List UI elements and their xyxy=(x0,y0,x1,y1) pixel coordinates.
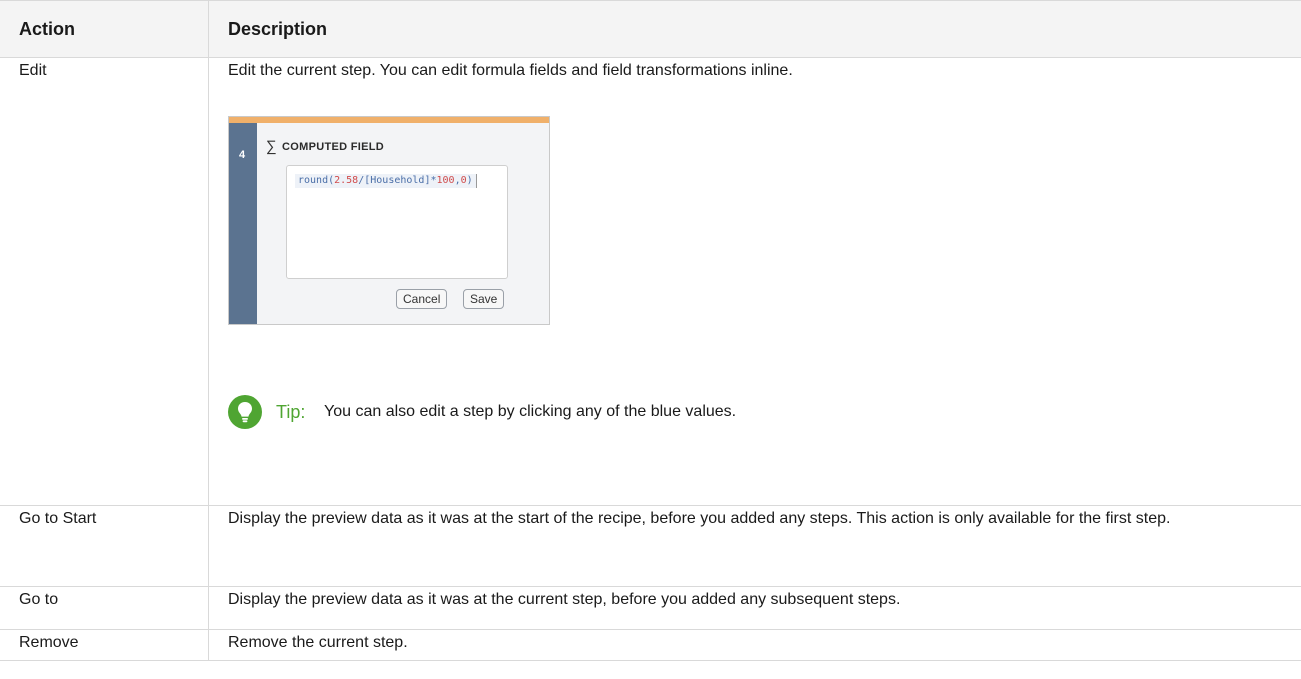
formula-part: round( xyxy=(298,175,335,186)
tip-label: Tip: xyxy=(276,402,306,422)
action-cell: Remove xyxy=(0,629,209,661)
formula-number: 100 xyxy=(436,175,455,186)
formula-number: 2.58 xyxy=(334,175,359,186)
table-header-row: Action Description xyxy=(0,0,1301,58)
step-number: 4 xyxy=(239,149,246,161)
table-row: Edit Edit the current step. You can edit… xyxy=(0,57,1301,506)
table-row: Go to Display the preview data as it was… xyxy=(0,586,1301,630)
step-accent-bar xyxy=(229,117,549,123)
table-row: Remove Remove the current step. xyxy=(0,629,1301,661)
cancel-button[interactable]: Cancel xyxy=(396,289,448,309)
sigma-icon: ∑ xyxy=(266,138,277,155)
formula-part: ) xyxy=(466,175,473,186)
tip-callout: Tip: You can also edit a step by clickin… xyxy=(228,395,1301,429)
tip-text: You can also edit a step by clicking any… xyxy=(324,403,737,420)
computed-field-screenshot: 4 ∑ COMPUTED FIELD round(2.58/[Household… xyxy=(228,116,550,325)
table-row: Go to Start Display the preview data as … xyxy=(0,505,1301,587)
header-action: Action xyxy=(0,0,209,58)
action-cell: Go to xyxy=(0,586,209,630)
header-description: Description xyxy=(208,0,1301,58)
description-text: Edit the current step. You can edit form… xyxy=(228,62,793,79)
description-cell: Display the preview data as it was at th… xyxy=(208,505,1301,587)
action-cell: Edit xyxy=(0,57,209,506)
formula-text[interactable]: round(2.58/[Household]*100,0) xyxy=(295,174,477,188)
description-cell: Display the preview data as it was at th… xyxy=(208,586,1301,630)
description-cell: Edit the current step. You can edit form… xyxy=(208,57,1301,506)
formula-editor[interactable]: round(2.58/[Household]*100,0) xyxy=(286,165,508,279)
description-cell: Remove the current step. xyxy=(208,629,1301,661)
action-cell: Go to Start xyxy=(0,505,209,587)
save-button[interactable]: Save xyxy=(463,289,505,309)
step-sidebar: 4 xyxy=(229,123,257,324)
lightbulb-icon xyxy=(228,395,262,429)
formula-part: /[Household]* xyxy=(358,175,437,186)
computed-field-title: COMPUTED FIELD xyxy=(282,141,384,153)
actions-table: Action Description Edit Edit the current… xyxy=(0,0,1301,661)
